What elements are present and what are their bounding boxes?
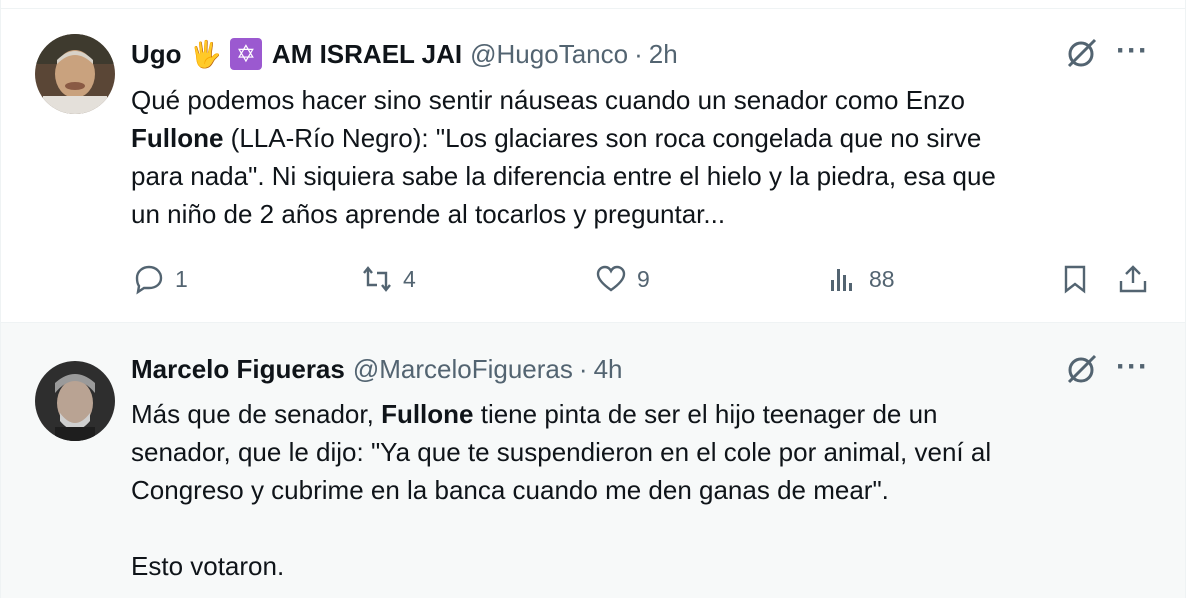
grok-icon[interactable] xyxy=(1063,351,1099,387)
tweet[interactable]: Ugo 🖐 ✡ AM ISRAEL JAI @HugoTanco · 2h ··… xyxy=(1,9,1185,323)
tweet[interactable]: Marcelo Figueras @MarceloFigueras · 4h ·… xyxy=(1,323,1185,598)
separator-dot: · xyxy=(634,38,643,69)
grok-icon[interactable] xyxy=(1063,35,1099,71)
like-button[interactable]: 9 xyxy=(595,259,650,299)
share-button[interactable] xyxy=(1117,259,1159,299)
mention-bold: Fullone xyxy=(381,399,474,429)
mention-bold: Fullone xyxy=(131,123,224,153)
separator-dot: · xyxy=(578,353,588,384)
display-name[interactable]: Marcelo Figueras xyxy=(131,354,345,385)
tweet-header: Marcelo Figueras @MarceloFigueras · 4h xyxy=(131,351,622,387)
reply-icon xyxy=(135,265,163,295)
user-handle[interactable]: @HugoTanco xyxy=(470,39,628,70)
tweet-actions: 1 4 9 88 xyxy=(1,259,1185,299)
display-name-suffix[interactable]: AM ISRAEL JAI xyxy=(272,39,462,70)
bookmark-button[interactable] xyxy=(1059,259,1101,299)
raised-hand-emoji: 🖐 xyxy=(189,38,222,69)
repost-icon xyxy=(363,266,391,292)
like-count: 9 xyxy=(637,265,650,292)
tweet-text-part: Qué podemos hacer sino sentir náuseas cu… xyxy=(131,85,965,115)
reply-count: 1 xyxy=(175,265,188,292)
reply-button[interactable]: 1 xyxy=(133,259,188,299)
tweet-text: Más que de senador, Fullone tiene pinta … xyxy=(131,395,1141,585)
share-icon xyxy=(1119,265,1147,293)
more-icon[interactable]: ··· xyxy=(1116,36,1149,66)
repost-button[interactable]: 4 xyxy=(361,259,416,299)
avatar[interactable] xyxy=(35,361,115,441)
tweet-text: Qué podemos hacer sino sentir náuseas cu… xyxy=(131,81,1141,233)
timeline: Ugo 🖐 ✡ AM ISRAEL JAI @HugoTanco · 2h ··… xyxy=(0,0,1186,598)
views-count: 88 xyxy=(869,265,895,292)
tweet-text-part: (LLA-Río Negro): "Los glaciares son roca… xyxy=(131,123,996,229)
repost-count: 4 xyxy=(403,265,416,292)
tweet-text-part: Más que de senador, xyxy=(131,399,382,429)
views-button[interactable]: 88 xyxy=(827,259,895,299)
bookmark-icon xyxy=(1064,265,1086,294)
like-icon xyxy=(596,265,626,292)
avatar[interactable] xyxy=(35,34,115,114)
more-icon[interactable]: ··· xyxy=(1116,352,1149,382)
star-of-david-icon: ✡ xyxy=(229,38,262,70)
tweet-header: Ugo 🖐 ✡ AM ISRAEL JAI @HugoTanco · 2h xyxy=(131,36,678,72)
timestamp[interactable]: 2h xyxy=(649,39,678,70)
views-icon xyxy=(831,269,852,291)
user-handle[interactable]: @MarceloFigueras xyxy=(353,354,573,385)
display-name[interactable]: Ugo xyxy=(131,39,182,70)
timestamp[interactable]: 4h xyxy=(594,354,623,385)
